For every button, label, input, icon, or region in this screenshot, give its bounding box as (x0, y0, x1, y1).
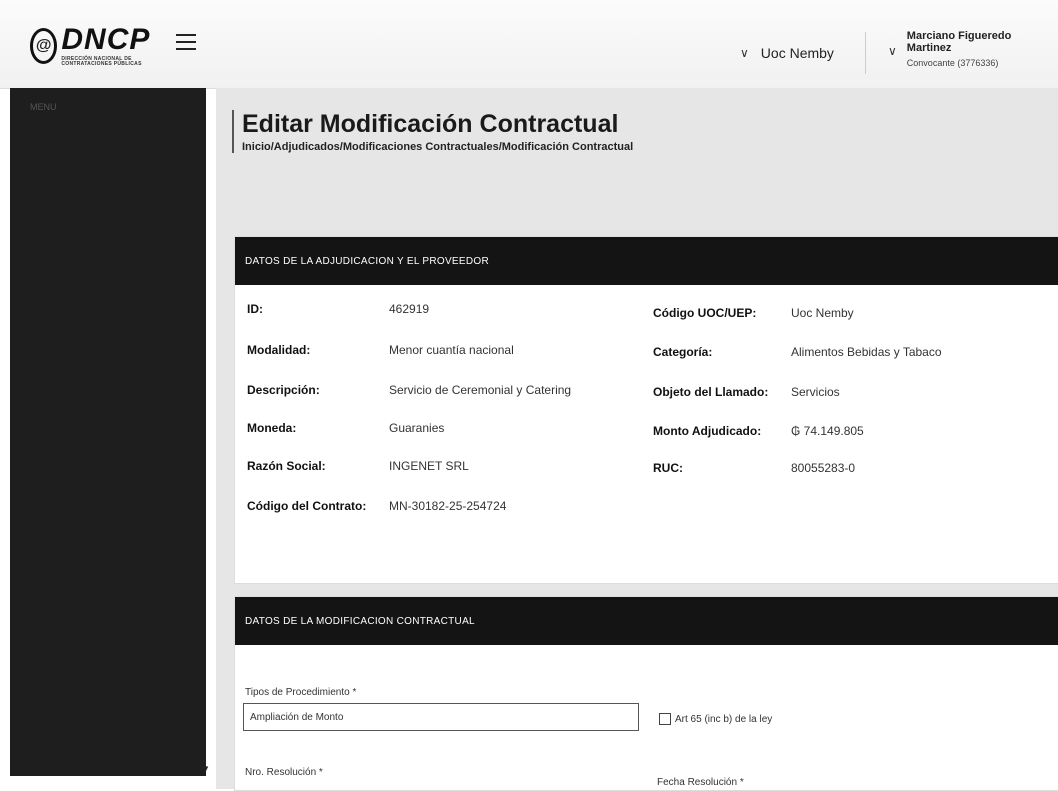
sidebar-label: MENU (30, 102, 57, 112)
page-title: Editar Modificación Contractual (242, 110, 619, 138)
field-value-razon-social: INGENET SRL (389, 459, 469, 473)
modificacion-card: DATOS DE LA MODIFICACION CONTRACTUAL Tip… (234, 596, 1058, 791)
field-label-modalidad: Modalidad: (247, 343, 311, 357)
fecha-resolucion-label: Fecha Resolución * (657, 777, 744, 788)
breadcrumb[interactable]: Inicio/Adjudicados/Modificaciones Contra… (242, 141, 633, 153)
uoc-selector-dropdown[interactable]: ∨ Uoc Nemby (740, 45, 834, 61)
field-value-codigo-uoc: Uoc Nemby (791, 306, 854, 320)
header-divider (865, 32, 866, 74)
chevron-down-icon: ∨ (888, 44, 897, 58)
modificacion-card-header: DATOS DE LA MODIFICACION CONTRACTUAL (235, 597, 1058, 645)
uoc-selector-label: Uoc Nemby (760, 45, 834, 61)
field-label-objeto-llamado: Objeto del Llamado: (653, 385, 769, 399)
field-value-monto-adjudicado: ₲ 74.149.805 (791, 424, 864, 438)
user-name: Marciano Figueredo Martinez (906, 30, 1012, 54)
dncp-logo[interactable]: @ DNCP DIRECCIÓN NACIONAL DE CONTRATACIO… (30, 24, 170, 68)
adjudicacion-card-header: DATOS DE LA ADJUDICACION Y EL PROVEEDOR (235, 237, 1058, 285)
field-value-categoria: Alimentos Bebidas y Tabaco (791, 345, 942, 359)
art65-checkbox-row[interactable]: Art 65 (inc b) de la ley (659, 713, 772, 725)
field-value-ruc: 80055283-0 (791, 461, 856, 475)
field-value-descripcion: Servicio de Ceremonial y Catering (389, 383, 572, 397)
field-label-monto-adjudicado: Monto Adjudicado: (653, 424, 762, 438)
field-label-codigo-uoc: Código UOC/UEP: (653, 306, 757, 320)
field-label-categoria: Categoría: (653, 345, 713, 359)
main-content: Editar Modificación Contractual Inicio/A… (216, 88, 1058, 791)
field-value-codigo-contrato: MN-30182-25-254724 (389, 499, 507, 513)
field-label-id: ID: (247, 302, 263, 316)
field-label-codigo-contrato: Código del Contrato: (247, 499, 367, 513)
nro-resolucion-label: Nro. Resolución * (245, 767, 323, 778)
field-label-moneda: Moneda: (247, 421, 297, 435)
art65-checkbox[interactable] (659, 713, 671, 725)
field-value-moneda: Guaranies (389, 421, 445, 435)
field-value-modalidad: Menor cuantía nacional (389, 343, 514, 357)
art65-checkbox-label: Art 65 (inc b) de la ley (675, 713, 773, 725)
field-value-id: 462919 (389, 302, 430, 316)
hamburger-menu-icon[interactable] (176, 34, 196, 50)
user-role: Convocante (3776336) (906, 58, 999, 68)
tipo-procedimiento-label: Tipos de Procedimiento * (245, 687, 357, 698)
field-label-descripcion: Descripción: (247, 383, 320, 397)
field-label-ruc: RUC: (653, 461, 683, 475)
top-navbar: @ DNCP DIRECCIÓN NACIONAL DE CONTRATACIO… (0, 0, 1058, 89)
logo-subtitle: DIRECCIÓN NACIONAL DE CONTRATACIONES PÚB… (61, 56, 142, 67)
adjudicacion-card: DATOS DE LA ADJUDICACION Y EL PROVEEDOR … (234, 236, 1058, 584)
chevron-down-icon: ∨ (740, 46, 749, 60)
logo-text: DNCP (61, 23, 151, 56)
page-header: Editar Modificación Contractual Inicio/A… (232, 110, 633, 153)
field-value-objeto-llamado: Servicios (791, 385, 840, 399)
field-label-razon-social: Razón Social: (247, 459, 326, 473)
sidebar: MENU (10, 88, 206, 776)
user-menu-dropdown[interactable]: ∨ Marciano Figueredo Martinez Convocante… (888, 30, 1058, 68)
sidebar-scroll-arrow-icon[interactable]: ▼ (202, 764, 210, 773)
tipo-procedimiento-input[interactable] (243, 703, 639, 731)
dncp-logo-mark-icon: @ (30, 28, 58, 64)
